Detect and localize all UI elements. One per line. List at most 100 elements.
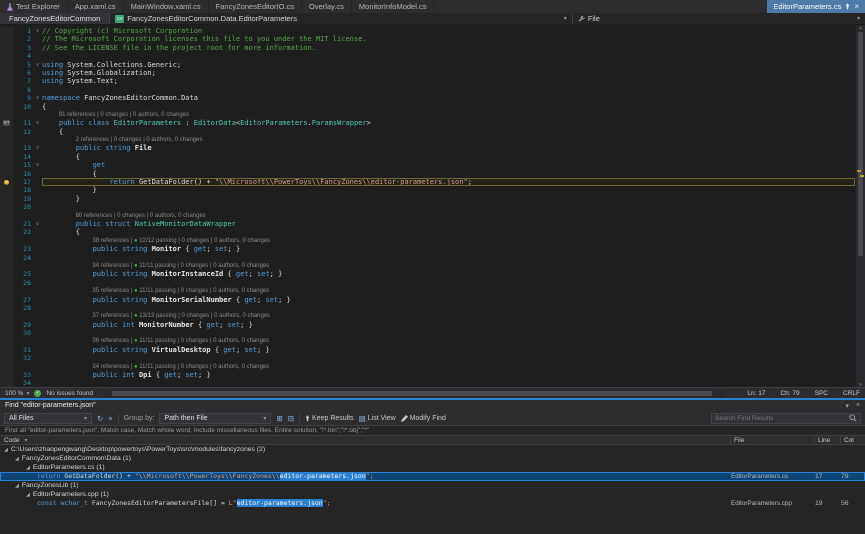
codelens-row[interactable]: 38 references | ● 12/12 passing | 0 chan… (0, 237, 855, 245)
tab-fancyzoneseditorio-cs[interactable]: FancyZonesEditorIO.cs (209, 0, 302, 13)
glyph-margin[interactable] (0, 371, 13, 379)
glyph-margin[interactable] (0, 69, 13, 77)
navbar-project-dropdown[interactable]: FancyZonesEditorCommon (0, 13, 110, 24)
scrollbar-thumb[interactable] (112, 391, 712, 396)
editor-horizontal-scrollbar[interactable] (106, 390, 724, 397)
tab-test-explorer[interactable]: Test Explorer (0, 0, 68, 13)
find-group-row[interactable]: ◢C:\Users\zhaopengwang\Desktop\powertoys… (0, 445, 865, 454)
expand-all-icon[interactable]: ⊞ (276, 414, 282, 423)
code-line[interactable]: 34 (0, 379, 855, 387)
scroll-up-icon[interactable]: ▲ (856, 25, 865, 30)
keep-results-button[interactable]: Keep Results (305, 415, 354, 422)
code-line[interactable]: 9∨namespace FancyZonesEditorCommon.Data (0, 94, 855, 102)
glyph-margin[interactable] (0, 220, 13, 228)
code-line[interactable]: 4 (0, 52, 855, 60)
column-header-code[interactable]: Code ▾ (0, 436, 731, 444)
codelens-row[interactable]: 37 references | ● 13/13 passing | 0 chan… (0, 312, 855, 320)
glyph-margin[interactable] (0, 61, 13, 69)
glyph-margin[interactable] (0, 186, 13, 194)
find-result-row[interactable]: return GetDataFolder() + "\\Microsoft\\P… (0, 472, 865, 481)
code-line[interactable]: 1∨// Copyright (c) Microsoft Corporation (0, 27, 855, 35)
column-header-col[interactable]: Col (841, 436, 865, 444)
glyph-margin[interactable] (0, 144, 13, 152)
glyph-margin[interactable] (0, 254, 13, 262)
glyph-margin[interactable] (0, 329, 13, 337)
navbar-type-dropdown[interactable]: C# FancyZonesEditorCommon.Data.EditorPar… (110, 13, 573, 24)
glyph-margin[interactable] (0, 228, 13, 236)
glyph-margin[interactable] (0, 27, 13, 35)
glyph-margin[interactable] (0, 354, 13, 362)
health-status[interactable]: No issues found (46, 390, 93, 397)
glyph-margin[interactable] (0, 245, 13, 253)
glyph-margin[interactable] (0, 103, 13, 111)
code-line[interactable]: 8 (0, 86, 855, 94)
glyph-margin[interactable] (0, 195, 13, 203)
column-header-line[interactable]: Line (815, 436, 841, 444)
codelens-row[interactable]: 34 references | ● 11/11 passing | 0 chan… (0, 262, 855, 270)
find-result-row[interactable]: const wchar_t FancyZonesEditorParameters… (0, 499, 865, 508)
codelens-row[interactable]: 91 references | 0 changes | 0 authors, 0… (0, 111, 855, 119)
glyph-margin[interactable] (0, 94, 13, 102)
find-group-row[interactable]: ◢EditorParameters.cpp (1) (0, 490, 865, 499)
glyph-margin[interactable] (0, 35, 13, 43)
code-lines[interactable]: 1∨// Copyright (c) Microsoft Corporation… (0, 25, 855, 387)
tab-overlay-cs[interactable]: Overlay.cs (302, 0, 352, 13)
codelens-row[interactable]: 60 references | 0 changes | 0 authors, 0… (0, 212, 855, 220)
glyph-margin[interactable] (0, 52, 13, 60)
code-line[interactable]: RT11∨ public class EditorParameters : Ed… (0, 119, 855, 127)
code-line[interactable]: 10{ (0, 103, 855, 111)
scrollbar-thumb[interactable] (858, 32, 863, 256)
clear-results-icon[interactable]: × (108, 414, 112, 423)
pin-icon[interactable] (845, 3, 850, 10)
codelens-row[interactable]: 2 references | 0 changes | 0 authors, 0 … (0, 136, 855, 144)
code-line[interactable]: 18 } (0, 186, 855, 194)
find-group-row[interactable]: ◢FancyZonesLib (1) (0, 481, 865, 490)
navbar-member-dropdown[interactable]: File ▾ (573, 13, 865, 24)
close-tab-icon[interactable]: × (854, 3, 859, 11)
tab-monitorinfomodel-cs[interactable]: MonitorInfoModel.cs (352, 0, 435, 13)
glyph-margin[interactable] (0, 203, 13, 211)
glyph-margin[interactable] (0, 44, 13, 52)
glyph-margin[interactable] (0, 270, 13, 278)
codelens-row[interactable]: 35 references | ● 11/11 passing | 0 chan… (0, 287, 855, 295)
glyph-margin[interactable] (0, 346, 13, 354)
glyph-margin[interactable] (0, 321, 13, 329)
code-line[interactable]: 30 (0, 329, 855, 337)
glyph-margin[interactable] (0, 296, 13, 304)
fold-icon[interactable]: ∨ (33, 27, 42, 35)
column-header-file[interactable]: File (731, 436, 815, 444)
code-line[interactable]: 17 return GetDataFolder() + "\\Microsoft… (0, 178, 855, 186)
code-line[interactable]: 5∨using System.Collections.Generic; (0, 61, 855, 69)
refresh-icon[interactable]: ↻ (97, 414, 103, 423)
glyph-margin[interactable] (0, 153, 13, 161)
files-filter-dropdown[interactable]: All Files ▾ (4, 413, 92, 424)
glyph-margin[interactable] (0, 178, 13, 186)
code-line[interactable]: 27 public string MonitorSerialNumber { g… (0, 296, 855, 304)
glyph-margin[interactable] (0, 379, 13, 387)
code-line[interactable]: 20 (0, 203, 855, 211)
expander-icon[interactable]: ◢ (4, 447, 8, 453)
group-by-dropdown[interactable]: Path then File ▾ (159, 413, 271, 424)
code-line[interactable]: 7using System.Text; (0, 77, 855, 85)
code-line[interactable]: 3// See the LICENSE file in the project … (0, 44, 855, 52)
zoom-control[interactable]: 100 % ▾ (5, 390, 29, 397)
code-line[interactable]: 33 public int Dpi { get; set; } (0, 371, 855, 379)
fold-icon[interactable]: ∨ (33, 220, 42, 228)
tab-editorparameters-cs-active[interactable]: EditorParameters.cs × (767, 0, 865, 13)
code-line[interactable]: 6using System.Globalization; (0, 69, 855, 77)
expander-icon[interactable]: ◢ (26, 465, 30, 471)
fold-icon[interactable]: ∨ (33, 94, 42, 102)
tab-app-xaml-cs[interactable]: App.xaml.cs (68, 0, 124, 13)
glyph-margin[interactable] (0, 86, 13, 94)
code-line[interactable]: 16 { (0, 170, 855, 178)
code-line[interactable]: 21∨ public struct NativeMonitorDataWrapp… (0, 220, 855, 228)
modify-find-button[interactable]: Modify Find (401, 415, 446, 422)
fold-icon[interactable]: ∨ (33, 61, 42, 69)
code-line[interactable]: 13∨ public string File (0, 144, 855, 152)
expander-icon[interactable]: ◢ (15, 456, 19, 462)
search-input[interactable] (715, 415, 846, 422)
codelens-row[interactable]: 34 references | ● 11/11 passing | 0 chan… (0, 363, 855, 371)
window-position-icon[interactable]: ▾ (845, 402, 849, 410)
glyph-margin[interactable] (0, 128, 13, 136)
code-line[interactable]: 28 (0, 304, 855, 312)
